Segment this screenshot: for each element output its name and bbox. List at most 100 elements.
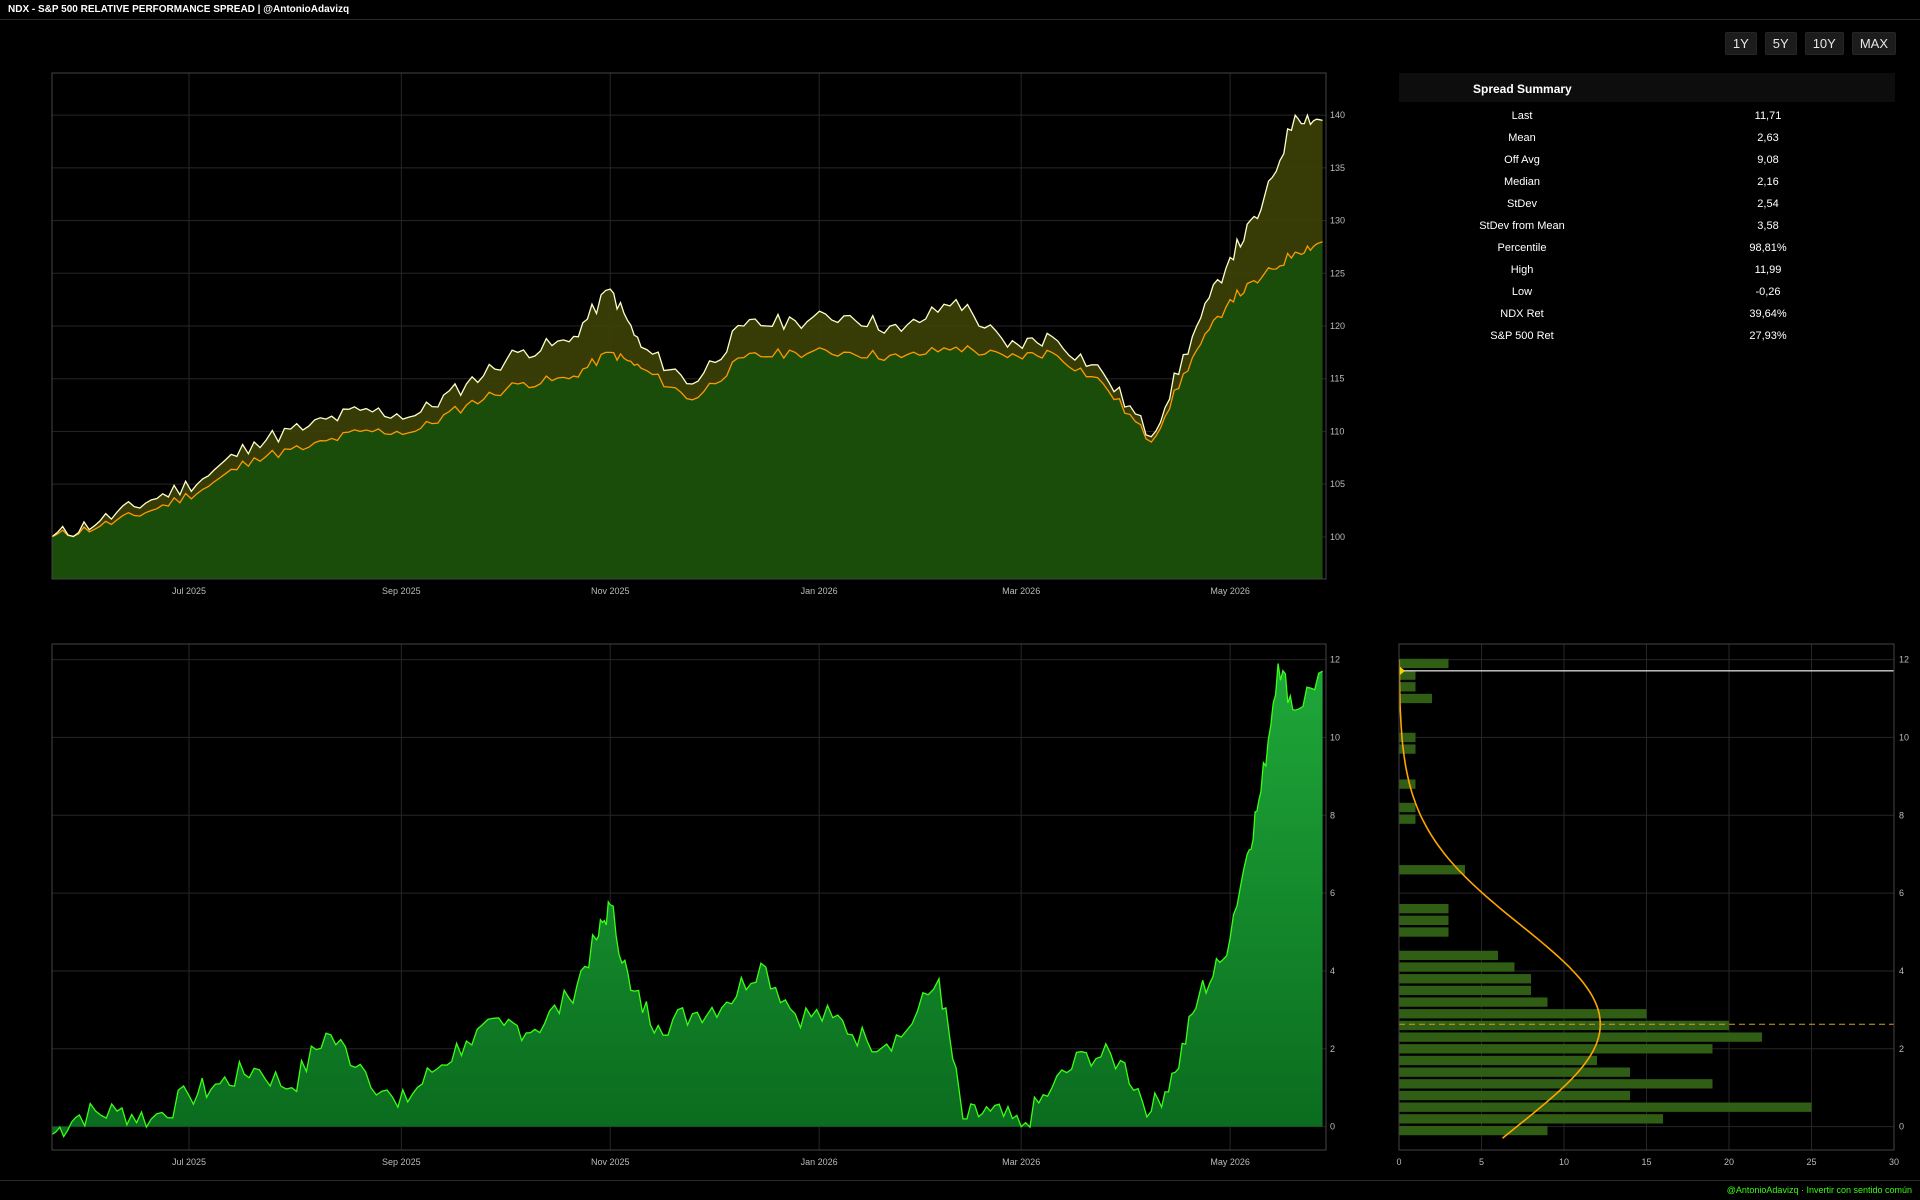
distribution-bar [1399, 1102, 1812, 1112]
distribution-bar [1399, 997, 1548, 1007]
distribution-y-tick: 6 [1899, 888, 1904, 898]
distribution-y-tick: 8 [1899, 810, 1904, 820]
distribution-y-tick: 10 [1899, 732, 1909, 742]
distribution-bar [1399, 985, 1531, 996]
distribution-x-tick: 5 [1479, 1157, 1484, 1167]
summary-row-value: 2,54 [1757, 198, 1779, 210]
distribution-bar [1399, 962, 1515, 972]
spread-y-tick: 4 [1330, 966, 1335, 976]
summary-row-label: NDX Ret [1500, 308, 1544, 320]
distribution-y-tick: 0 [1899, 1122, 1904, 1132]
summary-row-label: StDev [1507, 198, 1537, 210]
summary-row: NDX Ret 39,64% [1399, 304, 1895, 326]
summary-row-value: 3,58 [1757, 220, 1779, 232]
performance-x-tick: Jan 2026 [801, 586, 838, 596]
distribution-bar [1399, 1090, 1630, 1101]
distribution-bar [1399, 1020, 1729, 1031]
summary-row: Percentile 98,81% [1399, 238, 1895, 260]
summary-row-label: Off Avg [1504, 154, 1540, 166]
summary-row-label: High [1510, 264, 1534, 276]
distribution-bar [1399, 1044, 1713, 1054]
performance-y-tick: 130 [1330, 216, 1345, 226]
performance-y-tick: 105 [1330, 479, 1345, 489]
distribution-x-tick: 30 [1889, 1157, 1899, 1167]
summary-row-value: 11,99 [1754, 264, 1782, 276]
spread-x-tick: Mar 2026 [1002, 1157, 1040, 1167]
distribution-bar [1399, 779, 1416, 789]
summary-row-value: 98,81% [1749, 242, 1787, 254]
performance-x-tick: Jul 2025 [172, 586, 206, 596]
summary-row-label: Low [1511, 286, 1533, 298]
normal-curve [1398, 659, 1602, 1139]
distribution-x-tick: 0 [1396, 1157, 1401, 1167]
spread-area [52, 663, 1323, 1137]
summary-header: Spread Summary [1399, 73, 1895, 102]
performance-y-tick: 115 [1330, 374, 1344, 384]
distribution-bar [1399, 1067, 1630, 1077]
summary-row-value: 2,63 [1757, 132, 1779, 144]
performance-y-tick: 125 [1330, 268, 1345, 278]
distribution-bar [1399, 927, 1449, 937]
distribution-bar [1399, 1009, 1647, 1019]
performance-x-tick: Sep 2025 [382, 586, 421, 596]
spread-chart: 0 2 4 6 8 10 12 Jul 2025 Sep 2025 Nov 2025 Jan 202… [51, 643, 1340, 1167]
distribution-x-tick: 10 [1559, 1157, 1569, 1167]
summary-row-label: S&P 500 Ret [1490, 330, 1554, 342]
distribution-bar [1399, 814, 1416, 824]
spread-y-tick: 6 [1330, 888, 1335, 898]
performance-x-tick: May 2026 [1210, 586, 1250, 596]
distribution-bar [1399, 950, 1498, 961]
performance-y-tick: 135 [1330, 163, 1345, 173]
performance-x-tick: Nov 2025 [591, 586, 630, 596]
performance-chart: 100 105 110 115 120 125 130 135 140 Jul 2025 Sep 2… [51, 72, 1345, 596]
distribution-y-tick: 2 [1899, 1044, 1904, 1054]
summary-row-label: Mean [1508, 132, 1536, 144]
spread-y-tick: 2 [1330, 1044, 1335, 1054]
distribution-bar [1399, 1079, 1713, 1089]
distribution-x-tick: 25 [1806, 1157, 1816, 1167]
summary-row: StDev 2,54 [1399, 194, 1895, 216]
distribution-bar [1399, 658, 1449, 669]
spread-x-tick: May 2026 [1210, 1157, 1250, 1167]
summary-row-value: -0,26 [1755, 286, 1781, 298]
distribution-bar [1399, 682, 1416, 692]
performance-y-tick: 100 [1330, 532, 1345, 542]
distribution-y-tick: 4 [1899, 966, 1904, 976]
distribution-chart: 0 2 4 6 8 10 12 0 5 10 15 20 25 30 [1396, 643, 1909, 1167]
summary-row: S&P 500 Ret 27,93% [1399, 326, 1895, 348]
summary-row: Off Avg 9,08 [1399, 150, 1895, 172]
spread-summary-table: Spread Summary Last 11,71 Mean 2,63 Off Avg 9… [1399, 73, 1895, 348]
spread-x-tick: Nov 2025 [591, 1157, 630, 1167]
summary-row-label: Last [1511, 110, 1533, 122]
summary-row-value: 39,64% [1749, 308, 1787, 320]
distribution-x-tick: 15 [1641, 1157, 1651, 1167]
summary-title: Spread Summary [1473, 82, 1572, 96]
summary-row-value: 27,93% [1749, 330, 1787, 342]
summary-row-label: Percentile [1497, 242, 1547, 254]
spread-y-tick: 12 [1330, 655, 1340, 665]
distribution-bar [1399, 802, 1416, 813]
summary-row: StDev from Mean 3,58 [1399, 216, 1895, 238]
performance-y-tick: 140 [1330, 110, 1345, 120]
summary-row: Mean 2,63 [1399, 128, 1895, 150]
summary-row-label: StDev from Mean [1479, 220, 1565, 232]
distribution-y-tick: 12 [1899, 655, 1909, 665]
spread-x-tick: Sep 2025 [382, 1157, 421, 1167]
spread-y-tick: 0 [1330, 1122, 1335, 1132]
distribution-bar [1399, 915, 1449, 926]
spread-x-tick: Jul 2025 [172, 1157, 206, 1167]
summary-row-label: Median [1503, 176, 1541, 188]
summary-row-value: 9,08 [1757, 154, 1779, 166]
distribution-bar [1399, 1032, 1762, 1042]
footer: @AntonioAdavizq · Invertir con sentido c… [0, 1180, 1920, 1200]
summary-row: Last 11,71 [1399, 106, 1895, 128]
performance-x-tick: Mar 2026 [1002, 586, 1040, 596]
summary-row-value: 11,71 [1754, 110, 1782, 122]
distribution-bar [1399, 904, 1449, 914]
distribution-bar [1399, 1055, 1597, 1066]
spread-x-tick: Jan 2026 [801, 1157, 838, 1167]
distribution-bar [1399, 693, 1432, 704]
spread-y-tick: 8 [1330, 810, 1335, 820]
distribution-bar [1399, 1125, 1548, 1136]
footer-credit: @AntonioAdavizq · Invertir con sentido c… [1726, 1185, 1912, 1195]
